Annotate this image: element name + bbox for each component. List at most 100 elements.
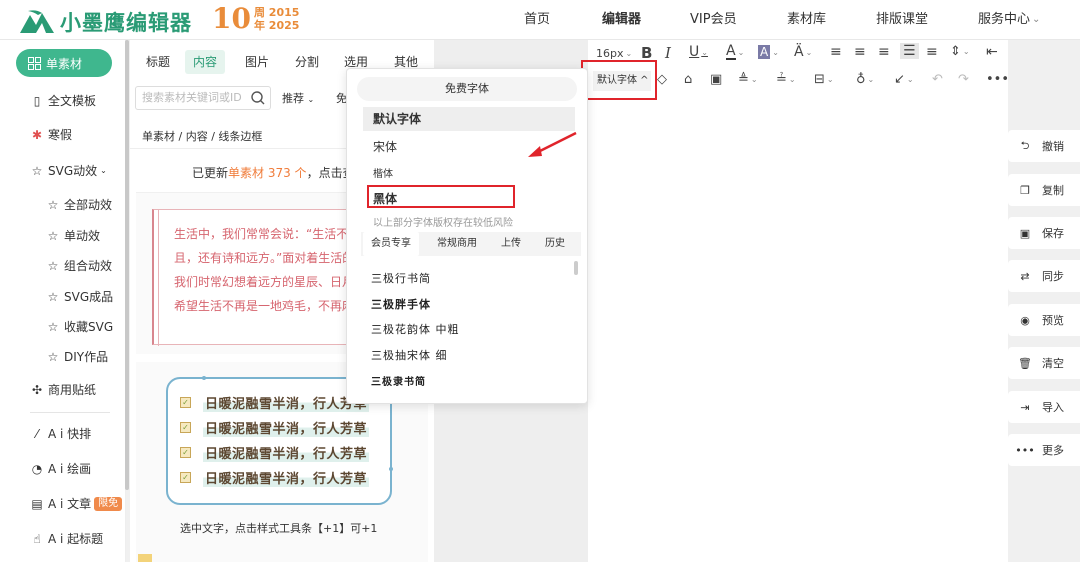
more-icon[interactable]: ••• xyxy=(986,72,1009,87)
line-text: 日暖泥融雪半消，行人芳草 xyxy=(203,418,370,437)
tab-member-exclusive[interactable]: 会员专享 xyxy=(363,232,419,256)
font-option[interactable]: 三极行书简 xyxy=(371,270,431,286)
preview-button[interactable]: ◉ 预览 xyxy=(1008,304,1080,336)
font-option-default[interactable]: 默认字体 xyxy=(363,107,575,131)
highlight-color-icon[interactable]: A ⌄ xyxy=(758,45,779,59)
line-height-icon[interactable]: ⇕ ⌄ xyxy=(950,44,970,59)
divider-line-icon[interactable]: ≟ ⌄ xyxy=(776,72,796,87)
sidebar-divider xyxy=(30,412,110,413)
font-size-value: 16px xyxy=(596,47,624,60)
sidebar-item-favorite-svg[interactable]: ☆ 收藏SVG xyxy=(46,318,114,335)
sidebar-item-ai-title[interactable]: ☝ A i 起标题 xyxy=(30,530,103,547)
sidebar-item-label: A i 绘画 xyxy=(48,462,92,476)
image-icon[interactable]: ▣ xyxy=(710,72,722,87)
sidebar-item-ai-layout[interactable]: ⁄ A i 快排 xyxy=(30,425,91,442)
text-effect-icon[interactable]: Ä ⌄ xyxy=(794,44,812,60)
sidebar-item-svg-finished[interactable]: ☆ SVG成品 xyxy=(46,288,114,305)
sidebar-item-ai-painting[interactable]: ◔ A i 绘画 xyxy=(30,460,91,477)
chevron-down-icon[interactable]: ⌄ xyxy=(1032,0,1040,40)
checkbox-icon: ✓ xyxy=(180,472,191,483)
align-center-icon[interactable]: ≡ xyxy=(854,44,866,60)
star-icon: ☆ xyxy=(47,349,59,364)
tab-title[interactable]: 标题 xyxy=(138,50,178,74)
nav-materials[interactable]: 素材库 xyxy=(787,0,826,40)
sidebar-item-combo-effect[interactable]: ☆ 组合动效 xyxy=(46,257,112,274)
more-button[interactable]: ••• 更多 xyxy=(1008,434,1080,466)
chevron-down-icon: ⌄ xyxy=(625,49,633,58)
nav-home[interactable]: 首页 xyxy=(524,0,550,40)
font-option[interactable]: 三极隶书简 xyxy=(371,373,426,388)
next-card-thumbnail[interactable] xyxy=(138,554,152,562)
align-right-icon[interactable]: ≡ xyxy=(878,44,890,60)
indent-icon[interactable]: ⇤ xyxy=(986,44,998,60)
spacing-icon[interactable]: ⊟ ⌄ xyxy=(814,72,834,87)
nav-vip[interactable]: VIP会员 xyxy=(690,0,737,40)
font-size-select[interactable]: 16px ⌄ xyxy=(596,47,632,60)
redo-icon[interactable]: ↷ xyxy=(958,72,969,87)
nav-editor[interactable]: 编辑器 xyxy=(602,0,641,40)
arrow-icon[interactable]: ↙ ⌄ xyxy=(894,72,914,87)
undo-button[interactable]: ⮌ 撤销 xyxy=(1008,130,1080,162)
sidebar-item-label: 商用贴纸 xyxy=(48,383,97,397)
dropdown-scrollbar[interactable] xyxy=(574,261,578,275)
sidebar-item-all-effects[interactable]: ☆ 全部动效 xyxy=(46,196,112,213)
font-option-songti[interactable]: 宋体 xyxy=(373,138,397,155)
text-color-line-icon[interactable]: ≜ ⌄ xyxy=(738,72,758,87)
tab-history[interactable]: 历史 xyxy=(535,232,575,256)
eraser-icon[interactable]: ◇ xyxy=(657,72,667,87)
font-option-kaiti[interactable]: 楷体 xyxy=(373,165,393,180)
tab-upload[interactable]: 上传 xyxy=(491,232,531,256)
underline-icon[interactable]: U ⌄ xyxy=(689,44,708,60)
star-icon: ☆ xyxy=(47,319,59,334)
sidebar-item-label: 寒假 xyxy=(48,128,73,142)
sidebar-item-svg-effects[interactable]: ☆ SVG动效 ⌄ xyxy=(30,162,107,179)
sidebar-item-single-effect[interactable]: ☆ 单动效 xyxy=(46,227,100,244)
font-option[interactable]: 三极花韵体 中粗 xyxy=(371,321,460,337)
tab-divider[interactable]: 分割 xyxy=(287,50,327,74)
tab-content[interactable]: 内容 xyxy=(185,50,226,74)
font-option[interactable]: 三极胖手体 xyxy=(371,296,431,312)
tab-image[interactable]: 图片 xyxy=(237,50,277,74)
sidebar-item-ai-article[interactable]: ▤ A i 文章 限免 xyxy=(30,495,123,512)
template-icon: ▯ xyxy=(33,93,41,108)
sidebar-item-single-material[interactable]: 单素材 xyxy=(16,49,112,77)
save-button[interactable]: ▣ 保存 xyxy=(1008,217,1080,249)
annotation-arrow-icon xyxy=(528,131,577,157)
sync-button[interactable]: ⇄ 同步 xyxy=(1008,260,1080,292)
undo-icon[interactable]: ↶ xyxy=(932,72,943,87)
align-distribute-icon[interactable]: ≡ xyxy=(926,44,938,60)
format-brush-icon[interactable]: ⌂ xyxy=(684,72,692,87)
editor-canvas[interactable] xyxy=(588,40,1008,562)
winter-icon: ✱ xyxy=(31,127,43,142)
sidebar-item-full-template[interactable]: ▯ 全文模板 xyxy=(30,92,96,109)
sidebar-item-winter-break[interactable]: ✱ 寒假 xyxy=(30,126,72,143)
action-label: 同步 xyxy=(1042,270,1064,283)
copy-button[interactable]: ❐ 复制 xyxy=(1008,174,1080,206)
free-badge: 限免 xyxy=(94,496,123,511)
font-color-icon[interactable]: A ⌄ xyxy=(726,44,744,60)
free-fonts-header[interactable]: 免费字体 xyxy=(357,77,577,101)
import-button[interactable]: ⇥ 导入 xyxy=(1008,391,1080,423)
sidebar-item-commercial-stickers[interactable]: ✣ 商用贴纸 xyxy=(30,381,96,398)
star-icon: ☆ xyxy=(47,197,59,212)
star-icon: ☆ xyxy=(31,163,43,178)
sidebar-item-label: DIY作品 xyxy=(64,350,109,364)
sidebar-scrollbar[interactable] xyxy=(125,40,129,490)
list-item: ✓ 日暖泥融雪半消，行人芳草 xyxy=(180,393,370,412)
tab-commercial[interactable]: 常规商用 xyxy=(429,232,485,256)
clear-button[interactable]: 🗑 清空 xyxy=(1008,347,1080,379)
copy-icon: ❐ xyxy=(1020,183,1030,197)
nav-service[interactable]: 服务中心 xyxy=(978,0,1030,40)
search-input[interactable]: 搜索素材关键词或ID xyxy=(135,86,271,110)
align-left-icon[interactable]: ≡ xyxy=(830,44,842,60)
nav-course[interactable]: 排版课堂 xyxy=(876,0,928,40)
logo[interactable]: 小墨鹰编辑器 xyxy=(18,7,192,37)
sidebar-item-diy-works[interactable]: ☆ DIY作品 xyxy=(46,348,109,365)
anniversary-line1: 周 2015 xyxy=(253,6,300,19)
lightbulb-icon[interactable]: ♁ ⌄ xyxy=(856,72,874,87)
font-option[interactable]: 三极抽宋体 细 xyxy=(371,347,448,363)
italic-icon[interactable]: I xyxy=(665,44,671,62)
search-icon[interactable] xyxy=(250,90,266,106)
sort-dropdown[interactable]: 推荐 ⌄ xyxy=(282,90,314,106)
align-justify-icon[interactable]: ☰ xyxy=(900,43,919,59)
